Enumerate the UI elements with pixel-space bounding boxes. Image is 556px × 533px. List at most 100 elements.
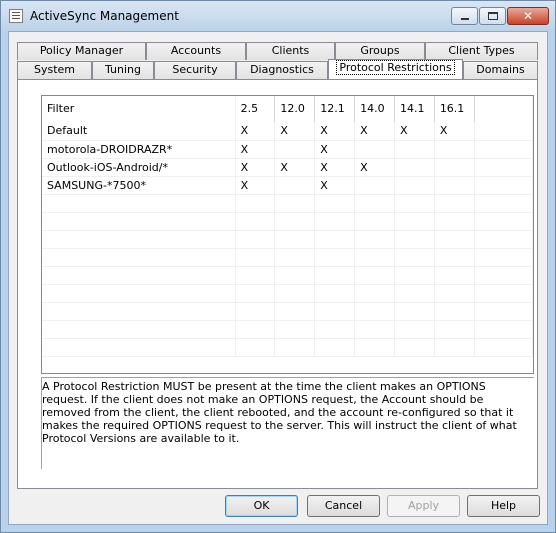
version-cell[interactable]: X: [235, 158, 276, 177]
empty-cell[interactable]: [434, 266, 475, 285]
empty-cell[interactable]: [274, 230, 316, 249]
empty-cell[interactable]: [314, 320, 356, 339]
table-row[interactable]: motorola-DROIDRAZR* X X: [42, 140, 533, 159]
empty-cell[interactable]: [354, 266, 395, 285]
empty-row[interactable]: [42, 212, 533, 231]
table-row[interactable]: SAMSUNG-*7500* X X: [42, 176, 533, 195]
empty-cell[interactable]: [474, 302, 533, 321]
empty-cell[interactable]: [474, 212, 533, 231]
empty-cell[interactable]: [474, 248, 533, 267]
version-cell[interactable]: [394, 158, 435, 177]
empty-cell[interactable]: [474, 284, 533, 303]
empty-cell[interactable]: [314, 230, 356, 249]
tab-diagnostics[interactable]: Diagnostics: [236, 61, 328, 79]
version-column-header[interactable]: [474, 96, 533, 122]
filter-cell[interactable]: SAMSUNG-*7500*: [42, 176, 236, 195]
version-cell[interactable]: [474, 176, 533, 195]
empty-cell[interactable]: [434, 284, 475, 303]
title-bar[interactable]: ActiveSync Management ✕: [1, 1, 555, 31]
version-cell[interactable]: X: [354, 122, 395, 141]
version-column-header[interactable]: 12.0: [274, 96, 316, 122]
empty-cell[interactable]: [274, 302, 316, 321]
version-cell[interactable]: [474, 158, 533, 177]
empty-cell[interactable]: [274, 338, 316, 357]
empty-cell[interactable]: [42, 212, 236, 231]
empty-cell[interactable]: [42, 338, 236, 357]
version-column-header[interactable]: 14.0: [354, 96, 395, 122]
version-cell[interactable]: X: [314, 140, 356, 159]
version-cell[interactable]: X: [274, 158, 316, 177]
version-cell[interactable]: [274, 176, 316, 195]
tab-clients[interactable]: Clients: [246, 42, 335, 60]
version-cell[interactable]: X: [314, 122, 356, 141]
empty-row[interactable]: [42, 248, 533, 267]
filter-cell[interactable]: Outlook-iOS-Android/*: [42, 158, 236, 177]
version-cell[interactable]: [434, 176, 475, 195]
empty-cell[interactable]: [42, 194, 236, 213]
tab-tuning[interactable]: Tuning: [92, 61, 154, 79]
version-column-header[interactable]: 2.5: [235, 96, 276, 122]
version-cell[interactable]: X: [314, 158, 356, 177]
table-row[interactable]: Outlook-iOS-Android/* X X X X: [42, 158, 533, 177]
empty-cell[interactable]: [274, 212, 316, 231]
empty-cell[interactable]: [354, 194, 395, 213]
empty-cell[interactable]: [394, 302, 435, 321]
filter-cell[interactable]: motorola-DROIDRAZR*: [42, 140, 236, 159]
filter-cell[interactable]: Default: [42, 122, 236, 141]
version-cell[interactable]: X: [235, 140, 276, 159]
empty-cell[interactable]: [274, 248, 316, 267]
empty-cell[interactable]: [274, 194, 316, 213]
tab-client-types[interactable]: Client Types: [425, 42, 538, 60]
tab-accounts[interactable]: Accounts: [146, 42, 246, 60]
restrictions-grid[interactable]: Filter 2.5 12.0 12.1 14.0 14.1 16.1 Default X X X X…: [41, 95, 534, 374]
empty-cell[interactable]: [235, 338, 276, 357]
tab-domains[interactable]: Domains: [463, 61, 538, 79]
empty-cell[interactable]: [394, 320, 435, 339]
version-column-header[interactable]: 12.1: [314, 96, 356, 122]
empty-cell[interactable]: [474, 230, 533, 249]
empty-cell[interactable]: [354, 338, 395, 357]
empty-cell[interactable]: [235, 266, 276, 285]
empty-cell[interactable]: [474, 338, 533, 357]
empty-cell[interactable]: [394, 338, 435, 357]
minimize-button[interactable]: [451, 7, 478, 25]
empty-cell[interactable]: [394, 248, 435, 267]
apply-button[interactable]: Apply: [387, 495, 460, 517]
empty-cell[interactable]: [434, 194, 475, 213]
empty-cell[interactable]: [235, 284, 276, 303]
version-cell[interactable]: X: [434, 122, 475, 141]
empty-cell[interactable]: [235, 302, 276, 321]
empty-cell[interactable]: [354, 248, 395, 267]
cancel-button[interactable]: Cancel: [307, 495, 380, 517]
empty-cell[interactable]: [314, 284, 356, 303]
empty-cell[interactable]: [274, 284, 316, 303]
empty-cell[interactable]: [394, 284, 435, 303]
empty-cell[interactable]: [434, 320, 475, 339]
empty-cell[interactable]: [474, 194, 533, 213]
version-cell[interactable]: [434, 158, 475, 177]
empty-cell[interactable]: [42, 248, 236, 267]
version-cell[interactable]: X: [394, 122, 435, 141]
empty-row[interactable]: [42, 230, 533, 249]
empty-cell[interactable]: [314, 212, 356, 231]
empty-cell[interactable]: [235, 212, 276, 231]
empty-cell[interactable]: [314, 248, 356, 267]
empty-cell[interactable]: [314, 338, 356, 357]
version-cell[interactable]: [394, 176, 435, 195]
version-cell[interactable]: [474, 122, 533, 141]
tab-protocol-restrictions[interactable]: Protocol Restrictions: [328, 59, 463, 79]
empty-cell[interactable]: [235, 230, 276, 249]
empty-row[interactable]: [42, 302, 533, 321]
maximize-button[interactable]: [479, 7, 506, 25]
empty-cell[interactable]: [314, 302, 356, 321]
empty-cell[interactable]: [235, 194, 276, 213]
empty-cell[interactable]: [235, 248, 276, 267]
empty-cell[interactable]: [274, 266, 316, 285]
empty-cell[interactable]: [434, 248, 475, 267]
empty-cell[interactable]: [474, 266, 533, 285]
empty-row[interactable]: [42, 194, 533, 213]
empty-cell[interactable]: [314, 194, 356, 213]
empty-cell[interactable]: [474, 320, 533, 339]
empty-cell[interactable]: [314, 266, 356, 285]
empty-row[interactable]: [42, 266, 533, 285]
